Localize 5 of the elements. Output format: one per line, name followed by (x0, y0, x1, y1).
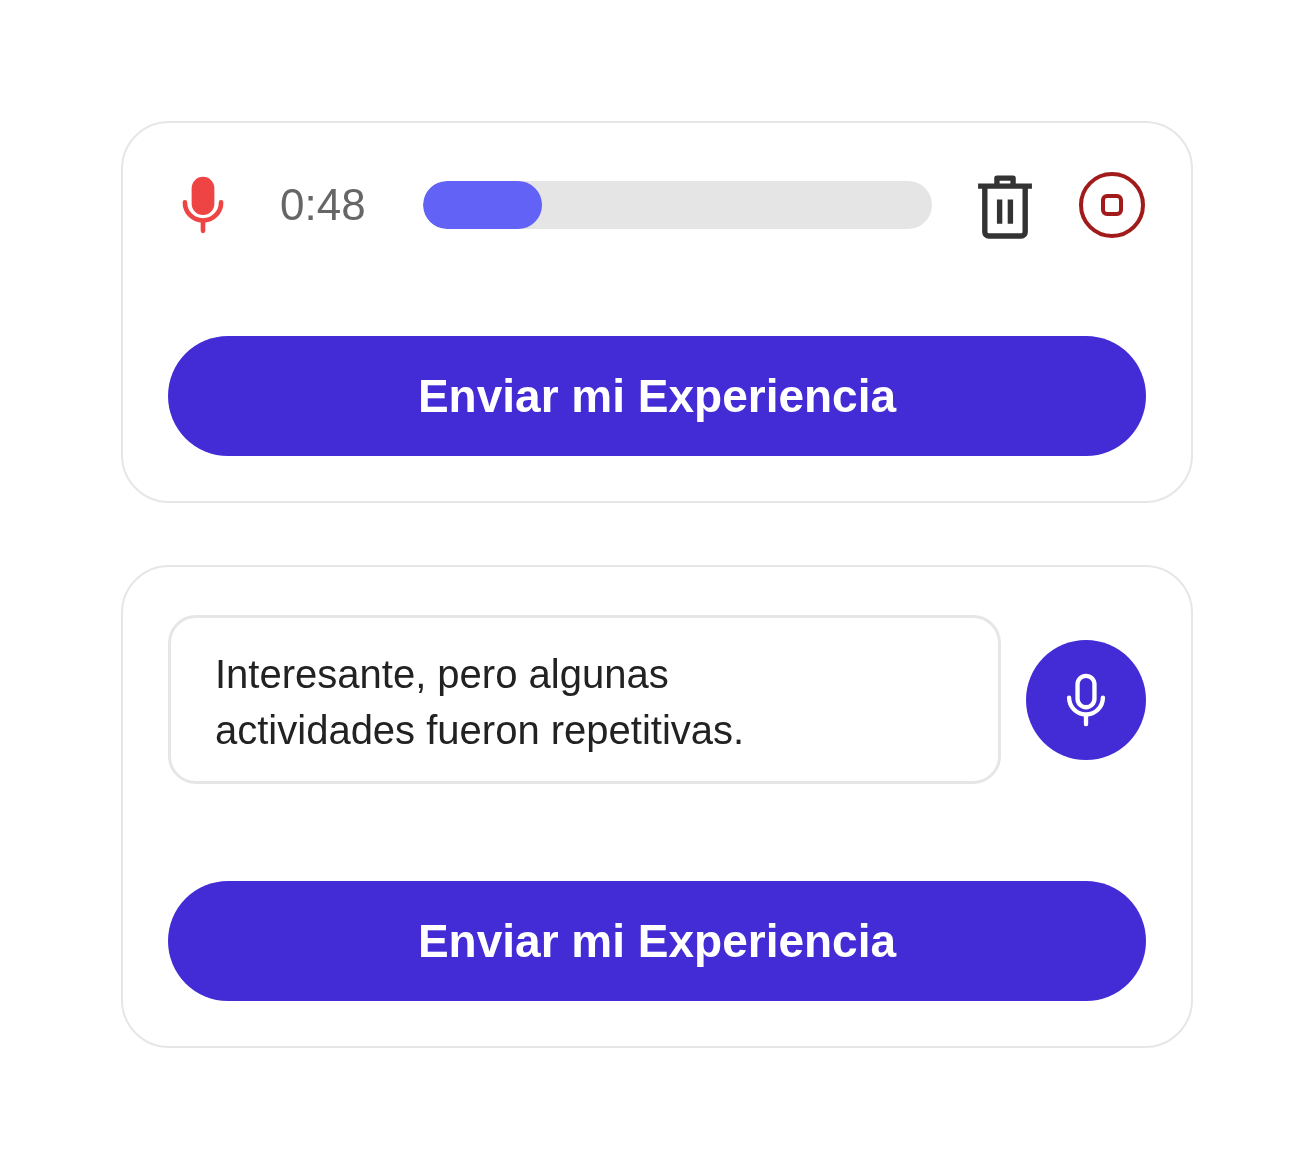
stop-icon[interactable] (1078, 171, 1146, 239)
submit-button[interactable]: Enviar mi Experiencia (168, 881, 1146, 1001)
answer-field[interactable]: Interesante, pero algunas actividades fueron repetitivas. (168, 615, 1001, 784)
recording-time: 0:48 (280, 180, 367, 230)
submit-button[interactable]: Enviar mi Experiencia (168, 336, 1146, 456)
